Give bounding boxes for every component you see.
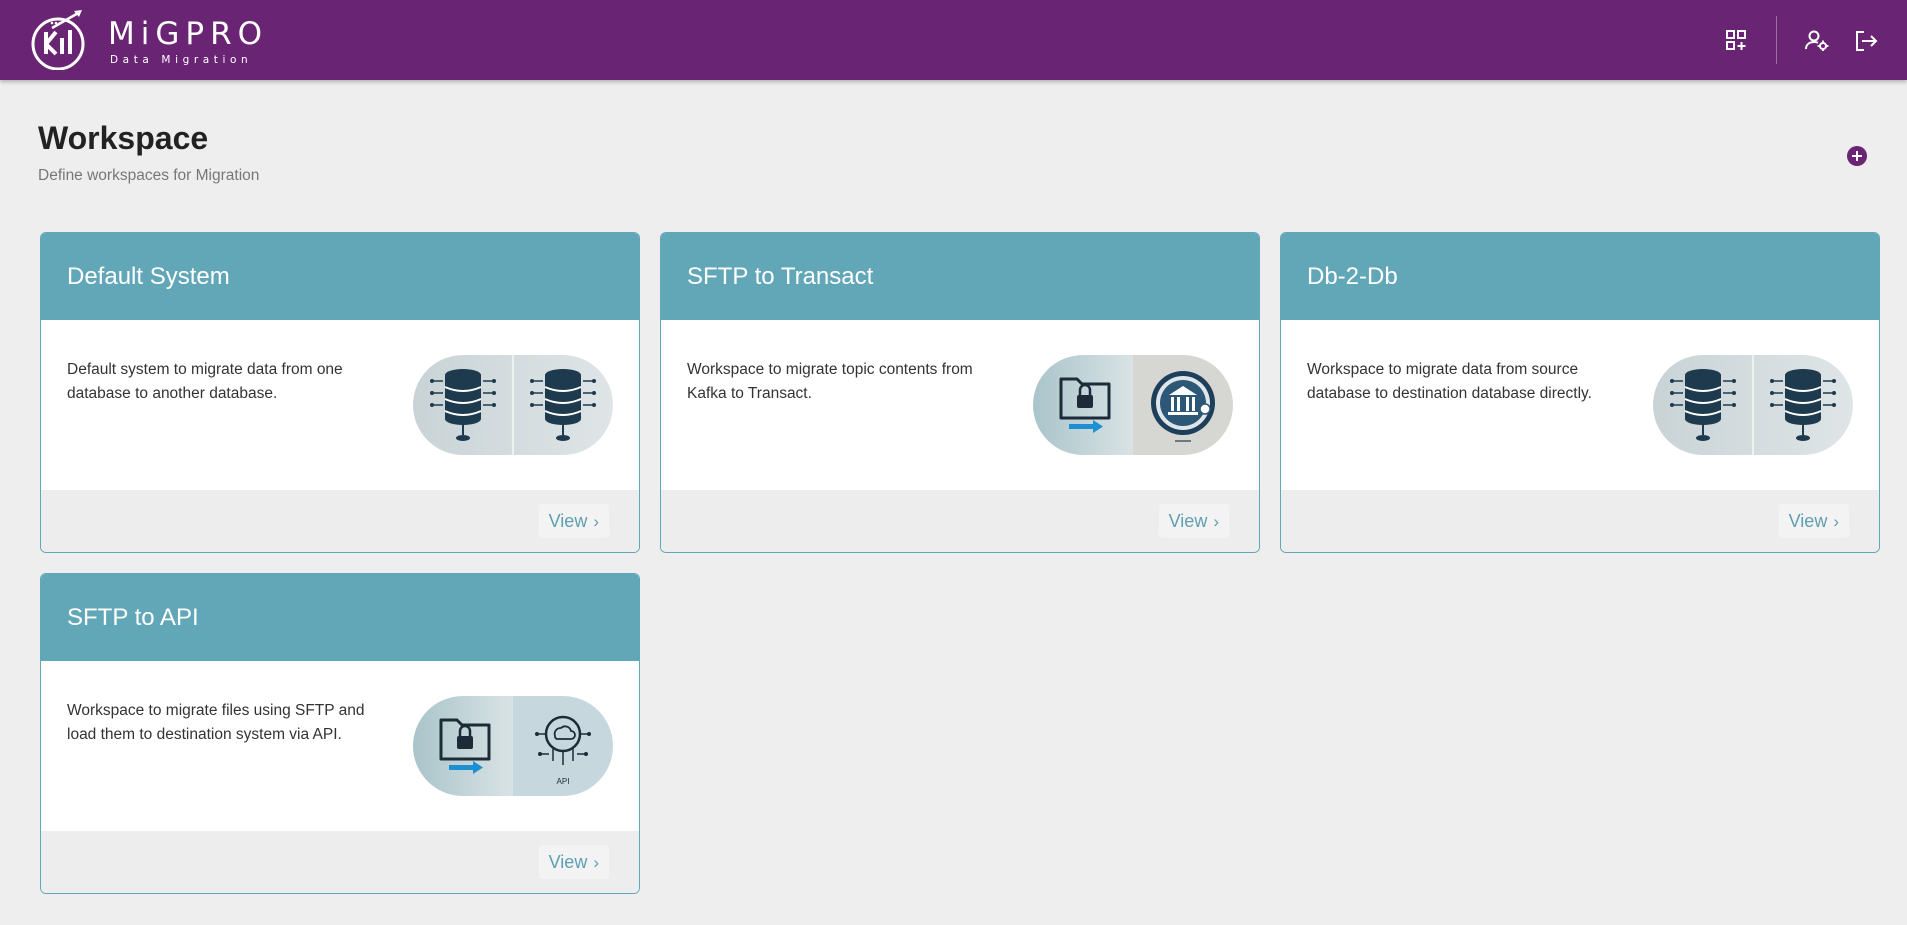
- workspace-card: SFTP to Transact Workspace to migrate to…: [660, 232, 1260, 553]
- card-title: Default System: [67, 263, 230, 290]
- card-header: SFTP to Transact: [661, 233, 1259, 320]
- view-button[interactable]: View ›: [1158, 504, 1229, 538]
- view-button-label: View: [1168, 511, 1208, 531]
- chevron-right-icon: ›: [593, 512, 599, 531]
- add-widget-icon[interactable]: [1724, 28, 1750, 54]
- database-to-database-image: [413, 355, 613, 455]
- card-title: Db-2-Db: [1307, 263, 1398, 290]
- view-button[interactable]: View ›: [538, 504, 609, 538]
- view-button-label: View: [548, 511, 588, 531]
- database-to-database-image: [1653, 355, 1853, 455]
- view-button[interactable]: View ›: [1778, 504, 1849, 538]
- folder-to-api-image: API: [413, 696, 613, 796]
- page-subtitle: Define workspaces for Migration: [38, 167, 260, 184]
- workspace-card: SFTP to API Workspace to migrate files u…: [40, 573, 640, 894]
- card-title: SFTP to API: [67, 604, 199, 631]
- chevron-right-icon: ›: [593, 853, 599, 872]
- app-name: MiGPRO: [108, 16, 269, 52]
- card-title: SFTP to Transact: [687, 263, 874, 290]
- card-header: SFTP to API: [41, 574, 639, 661]
- app-tagline: Data Migration: [110, 54, 253, 66]
- migpro-logo-icon: [31, 10, 85, 70]
- view-button[interactable]: View ›: [538, 845, 609, 879]
- page-title: Workspace: [38, 120, 209, 156]
- view-button-label: View: [1788, 511, 1828, 531]
- card-header: Db-2-Db: [1281, 233, 1879, 320]
- workspace-card: Db-2-Db Workspace to migrate data from s…: [1280, 232, 1880, 553]
- header-divider: [1776, 16, 1777, 64]
- chevron-right-icon: ›: [1213, 512, 1219, 531]
- api-caption: API: [557, 777, 570, 786]
- chevron-right-icon: ›: [1833, 512, 1839, 531]
- card-description: Workspace to migrate topic contents from…: [687, 361, 973, 402]
- card-header: Default System: [41, 233, 639, 320]
- card-description: Workspace to migrate data from source da…: [1307, 361, 1592, 402]
- card-description: Workspace to migrate files using SFTP an…: [67, 702, 365, 743]
- card-footer: View ›: [661, 490, 1259, 552]
- user-settings-icon[interactable]: [1804, 28, 1830, 54]
- card-footer: View ›: [1281, 490, 1879, 552]
- card-footer: View ›: [41, 831, 639, 893]
- card-description: Default system to migrate data from one …: [67, 361, 343, 402]
- workspace-card: Default System Default system to migrate…: [40, 232, 640, 553]
- folder-to-bank-image: [1033, 355, 1233, 455]
- add-workspace-button[interactable]: [1847, 146, 1867, 166]
- card-footer: View ›: [41, 490, 639, 552]
- logout-icon[interactable]: [1853, 28, 1879, 54]
- top-navbar: MiGPRO Data Migration: [0, 0, 1907, 80]
- view-button-label: View: [548, 852, 588, 872]
